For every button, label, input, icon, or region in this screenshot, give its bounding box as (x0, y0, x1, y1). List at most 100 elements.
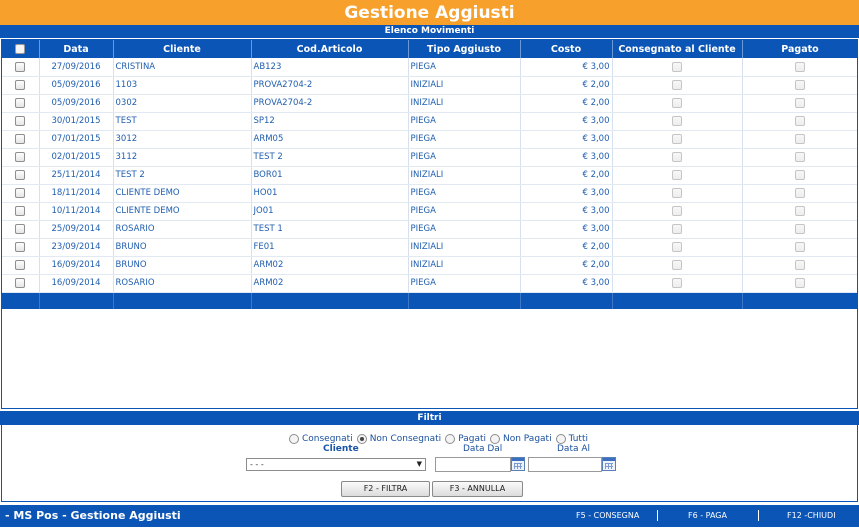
chevron-down-icon[interactable]: ▼ (417, 459, 422, 470)
paga-button[interactable]: F6 - PAGA (688, 505, 727, 527)
row-select-checkbox[interactable] (15, 169, 26, 180)
column-header-data[interactable]: Data (39, 40, 114, 58)
column-header-cod-articolo[interactable]: Cod.Articolo (251, 40, 409, 58)
row-select-checkbox[interactable] (15, 205, 26, 216)
radio-pagati[interactable]: Pagati (445, 434, 486, 444)
column-header-costo[interactable]: Costo (520, 40, 613, 58)
cell-cliente: 3012 (113, 130, 252, 149)
radio-tutti-button[interactable] (555, 434, 566, 444)
cell-tipo-aggiusto: INIZIALI (408, 76, 521, 95)
row-select-cell[interactable] (2, 76, 40, 95)
radio-non-pagati[interactable]: Non Pagati (489, 434, 552, 444)
row-select-cell[interactable] (2, 256, 40, 275)
row-select-checkbox[interactable] (15, 115, 26, 126)
row-select-cell[interactable] (2, 112, 40, 131)
cell-cod-articolo: FE01 (251, 238, 409, 257)
chiudi-button[interactable]: F12 -CHIUDI (787, 505, 836, 527)
consegnato-checkbox (672, 241, 682, 252)
row-select-cell[interactable] (2, 220, 40, 239)
row-select-checkbox[interactable] (15, 277, 26, 288)
cell-consegnato (612, 148, 743, 167)
calendar-icon[interactable] (511, 457, 525, 471)
filtra-button[interactable]: F2 - FILTRA (341, 481, 430, 497)
table-row[interactable]: 02/01/2015 3112 TEST 2 PIEGA € 3,00 (2, 148, 857, 167)
table-row[interactable]: 25/09/2014 ROSARIO TEST 1 PIEGA € 3,00 (2, 220, 857, 239)
row-select-cell[interactable] (2, 130, 40, 149)
cell-pagato (742, 130, 857, 149)
table-row[interactable]: 30/01/2015 TEST SP12 PIEGA € 3,00 (2, 112, 857, 131)
table-row[interactable]: 25/11/2014 TEST 2 BOR01 INIZIALI € 2,00 (2, 166, 857, 185)
cell-pagato (742, 184, 857, 203)
row-select-checkbox[interactable] (15, 241, 26, 252)
select-all-header[interactable] (2, 40, 40, 58)
calendar-icon[interactable] (602, 457, 616, 471)
row-select-checkbox[interactable] (15, 97, 26, 108)
consegnato-checkbox (672, 133, 682, 144)
row-select-checkbox[interactable] (15, 133, 26, 144)
column-header-tipo-aggiusto[interactable]: Tipo Aggiusto (408, 40, 521, 58)
cell-pagato (742, 274, 857, 293)
radio-pagati-button[interactable] (445, 434, 456, 444)
cell-cliente: 1103 (113, 76, 252, 95)
table-row[interactable]: 23/09/2014 BRUNO FE01 INIZIALI € 2,00 (2, 238, 857, 257)
column-header-cliente[interactable]: Cliente (113, 40, 252, 58)
table-row[interactable]: 05/09/2016 1103 PROVA2704-2 INIZIALI € 2,00 (2, 76, 857, 95)
row-select-checkbox[interactable] (15, 79, 26, 90)
cell-consegnato (612, 58, 743, 77)
cell-consegnato (612, 112, 743, 131)
cell-data: 25/09/2014 (39, 220, 114, 239)
radio-non-consegnati-button[interactable] (356, 434, 367, 444)
table-row[interactable]: 16/09/2014 BRUNO ARM02 INIZIALI € 2,00 (2, 256, 857, 275)
footer-cell (251, 292, 409, 309)
cell-costo: € 2,00 (520, 166, 613, 185)
row-select-cell[interactable] (2, 94, 40, 113)
row-select-cell[interactable] (2, 184, 40, 203)
row-select-cell[interactable] (2, 238, 40, 257)
select-all-checkbox[interactable] (15, 44, 26, 54)
cell-costo: € 3,00 (520, 184, 613, 203)
row-select-cell[interactable] (2, 274, 40, 293)
row-select-checkbox[interactable] (15, 223, 26, 234)
page-title: Gestione Aggiusti (0, 0, 859, 25)
row-select-cell[interactable] (2, 148, 40, 167)
cell-consegnato (612, 184, 743, 203)
cell-data: 27/09/2016 (39, 58, 114, 77)
radio-tutti[interactable]: Tutti (555, 434, 588, 444)
row-select-cell[interactable] (2, 166, 40, 185)
annulla-button[interactable]: F3 - ANNULLA (432, 481, 523, 497)
row-select-checkbox[interactable] (15, 151, 26, 162)
cell-tipo-aggiusto: PIEGA (408, 130, 521, 149)
cell-data: 10/11/2014 (39, 202, 114, 221)
radio-consegnati-button[interactable] (289, 434, 299, 444)
cell-cliente: CRISTINA (113, 58, 252, 77)
radio-non-pagati-button[interactable] (489, 434, 500, 444)
cell-data: 16/09/2014 (39, 274, 114, 293)
cell-tipo-aggiusto: PIEGA (408, 202, 521, 221)
footer-cell (113, 292, 252, 309)
table-footer-row (2, 292, 857, 309)
cell-data: 23/09/2014 (39, 238, 114, 257)
consegna-button[interactable]: F5 - CONSEGNA (576, 505, 639, 527)
radio-consegnati[interactable]: Consegnati (289, 434, 353, 444)
radio-non-consegnati[interactable]: Non Consegnati (356, 434, 441, 444)
column-header-consegnato[interactable]: Consegnato al Cliente (612, 40, 743, 58)
cell-data: 02/01/2015 (39, 148, 114, 167)
table-row[interactable]: 16/09/2014 ROSARIO ARM02 PIEGA € 3,00 (2, 274, 857, 293)
table-row[interactable]: 10/11/2014 CLIENTE DEMO JO01 PIEGA € 3,00 (2, 202, 857, 221)
table-row[interactable]: 18/11/2014 CLIENTE DEMO HO01 PIEGA € 3,00 (2, 184, 857, 203)
cell-cliente: BRUNO (113, 256, 252, 275)
data-dal-input[interactable] (435, 457, 511, 472)
table-row[interactable]: 07/01/2015 3012 ARM05 PIEGA € 3,00 (2, 130, 857, 149)
row-select-cell[interactable] (2, 58, 40, 77)
row-select-checkbox[interactable] (15, 259, 26, 270)
cell-consegnato (612, 94, 743, 113)
row-select-cell[interactable] (2, 202, 40, 221)
row-select-checkbox[interactable] (15, 187, 26, 198)
cliente-select[interactable]: - - - ▼ (246, 458, 426, 471)
cell-cod-articolo: TEST 2 (251, 148, 409, 167)
row-select-checkbox[interactable] (15, 61, 26, 72)
data-al-input[interactable] (528, 457, 602, 472)
column-header-pagato[interactable]: Pagato (742, 40, 857, 58)
table-row[interactable]: 27/09/2016 CRISTINA AB123 PIEGA € 3,00 (2, 58, 857, 77)
table-row[interactable]: 05/09/2016 0302 PROVA2704-2 INIZIALI € 2,00 (2, 94, 857, 113)
